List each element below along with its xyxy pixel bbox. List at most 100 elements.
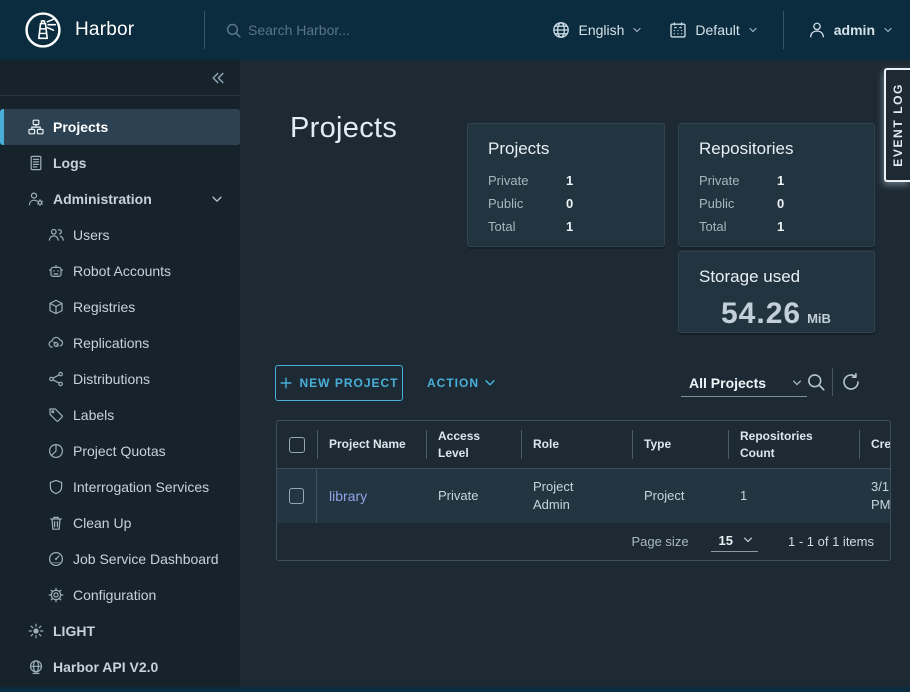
harbor-lighthouse-logo-icon xyxy=(24,11,62,49)
sun-icon xyxy=(28,623,44,639)
sidebar-item-label: Projects xyxy=(53,119,108,135)
sidebar-item-configuration[interactable]: Configuration xyxy=(0,577,240,613)
repositories-summary-card: Repositories Private 1 Public 0 Total 1 xyxy=(678,123,875,247)
page-size-label: Page size xyxy=(631,534,688,549)
search-input[interactable] xyxy=(248,22,448,38)
user-menu[interactable]: admin xyxy=(808,21,894,39)
sidebar-item-registries[interactable]: Registries xyxy=(0,289,240,325)
sidebar-item-theme-toggle-light[interactable]: LIGHT xyxy=(0,613,240,649)
creation-time-cell: 3/1 PM xyxy=(859,469,891,523)
theme-selector[interactable]: Default xyxy=(669,21,758,39)
row-checkbox[interactable] xyxy=(289,488,304,504)
stat-value: 1 xyxy=(777,219,784,234)
storage-summary-card: Storage used 54.26 MiB xyxy=(678,251,875,333)
stat-row: Private 1 xyxy=(488,169,644,192)
gear-icon xyxy=(48,587,64,603)
card-title: Repositories xyxy=(699,139,854,159)
creation-date: 3/1 xyxy=(871,478,891,496)
username-label: admin xyxy=(834,22,875,38)
row-select-cell xyxy=(277,469,317,523)
chevron-down-icon xyxy=(747,24,759,36)
chevron-down-icon xyxy=(483,376,497,390)
users-group-icon xyxy=(48,227,64,243)
collapse-double-chevron-icon xyxy=(208,69,226,87)
card-title: Projects xyxy=(488,139,644,159)
org-chart-icon xyxy=(28,119,44,135)
globe-icon xyxy=(552,21,570,39)
column-header-role[interactable]: Role xyxy=(521,421,632,468)
refresh-button[interactable] xyxy=(841,372,861,392)
stat-row: Private 1 xyxy=(699,169,854,192)
sidebar-collapse-button[interactable] xyxy=(0,60,240,96)
chevron-down-icon xyxy=(210,192,224,206)
column-header-repositories-count[interactable]: Repositories Count xyxy=(728,421,859,468)
event-log-label: EVENT LOG xyxy=(891,83,905,167)
language-selector[interactable]: English xyxy=(552,21,643,39)
sidebar-item-labels[interactable]: Labels xyxy=(0,397,240,433)
action-label: ACTION xyxy=(427,376,479,390)
storage-value: 54.26 xyxy=(721,297,801,331)
access-level-cell: Private xyxy=(426,469,521,523)
sidebar-item-label: Configuration xyxy=(73,587,156,603)
sidebar-item-harbor-api[interactable]: Harbor API V2.0 xyxy=(0,649,240,685)
sidebar: Projects Logs xyxy=(0,60,240,687)
stat-label: Public xyxy=(699,196,777,211)
sidebar-item-label: Registries xyxy=(73,299,135,315)
calendar-icon xyxy=(669,21,687,39)
sidebar-item-label: Job Service Dashboard xyxy=(73,551,219,567)
sidebar-item-label: Replications xyxy=(73,335,149,351)
sidebar-item-users[interactable]: Users xyxy=(0,217,240,253)
stat-value: 1 xyxy=(566,173,573,188)
table-search-button[interactable] xyxy=(806,372,826,392)
type-cell: Project xyxy=(632,469,728,523)
select-all-cell xyxy=(277,421,317,468)
stat-value: 1 xyxy=(777,173,784,188)
project-link[interactable]: library xyxy=(329,487,367,506)
sidebar-item-projects[interactable]: Projects xyxy=(0,109,240,145)
sidebar-item-label: Logs xyxy=(53,155,86,171)
stat-label: Total xyxy=(699,219,777,234)
sidebar-item-robot-accounts[interactable]: Robot Accounts xyxy=(0,253,240,289)
harbor-logo-home-link[interactable]: Harbor xyxy=(24,11,204,49)
sidebar-item-logs[interactable]: Logs xyxy=(0,145,240,181)
column-header-type[interactable]: Type xyxy=(632,421,728,468)
action-dropdown-button[interactable]: ACTION xyxy=(427,365,497,401)
sidebar-item-distributions[interactable]: Distributions xyxy=(0,361,240,397)
stat-value: 0 xyxy=(777,196,784,211)
theme-label: Default xyxy=(695,22,739,38)
select-all-checkbox[interactable] xyxy=(289,437,305,453)
event-log-tab[interactable]: EVENT LOG xyxy=(884,68,910,182)
column-header-access-level[interactable]: Access Level xyxy=(426,421,521,468)
share-nodes-icon xyxy=(48,371,64,387)
sidebar-item-administration[interactable]: Administration xyxy=(0,181,240,217)
projects-datagrid: Project Name Access Level Role Type Repo… xyxy=(276,420,891,561)
role-value: Project Admin xyxy=(533,478,611,513)
gauge-dashboard-icon xyxy=(48,551,64,567)
sidebar-item-label: Clean Up xyxy=(73,515,131,531)
new-project-label: NEW PROJECT xyxy=(299,376,398,390)
stat-row: Public 0 xyxy=(488,192,644,215)
storage-value-row: 54.26 MiB xyxy=(699,297,854,331)
items-range-label: 1 - 1 of 1 items xyxy=(788,534,874,549)
sidebar-item-label: Users xyxy=(73,227,110,243)
page-size-select[interactable]: 15 xyxy=(711,532,758,552)
page-title: Projects xyxy=(290,112,397,145)
project-filter-select[interactable]: All Projects xyxy=(681,370,807,397)
storage-unit: MiB xyxy=(807,311,831,326)
stat-row: Public 0 xyxy=(699,192,854,215)
new-project-button[interactable]: NEW PROJECT xyxy=(275,365,403,401)
column-header-project-name[interactable]: Project Name xyxy=(317,421,426,468)
column-header-creation-time[interactable]: Cre xyxy=(859,421,891,468)
sidebar-nav: Projects Logs xyxy=(0,96,240,685)
sidebar-item-project-quotas[interactable]: Project Quotas xyxy=(0,433,240,469)
search-icon xyxy=(225,22,242,39)
sidebar-item-replications[interactable]: Replications xyxy=(0,325,240,361)
sidebar-item-job-service-dashboard[interactable]: Job Service Dashboard xyxy=(0,541,240,577)
sidebar-item-label: Administration xyxy=(53,191,152,207)
sidebar-item-clean-up[interactable]: Clean Up xyxy=(0,505,240,541)
stat-value: 1 xyxy=(566,219,573,234)
logs-list-icon xyxy=(28,155,44,171)
sidebar-item-interrogation-services[interactable]: Interrogation Services xyxy=(0,469,240,505)
page-size-value: 15 xyxy=(719,533,733,548)
chevron-down-icon xyxy=(882,24,894,36)
